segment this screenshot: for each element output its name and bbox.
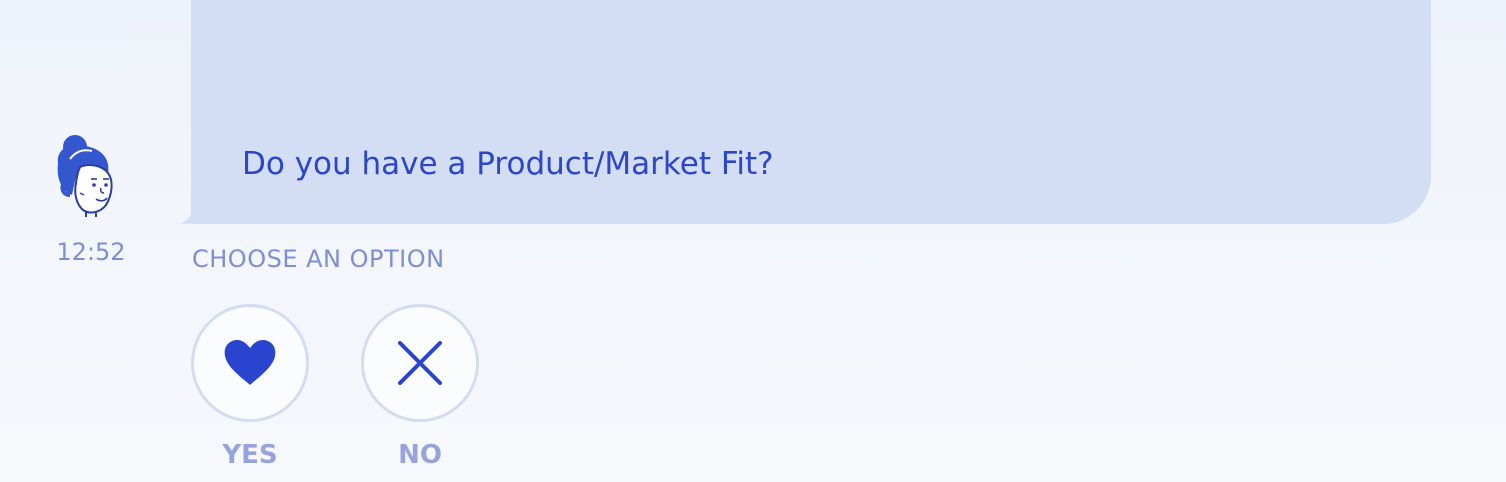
yes-button[interactable] [191, 304, 309, 422]
avatar [50, 133, 130, 219]
no-label[interactable]: NO [361, 440, 479, 470]
heart-icon [224, 340, 276, 385]
message-bubble [191, 0, 1431, 224]
no-button[interactable] [361, 304, 479, 422]
message-timestamp: 12:52 [56, 238, 126, 266]
close-icon [398, 341, 442, 385]
woman-avatar-icon [57, 135, 113, 217]
choose-option-label: CHOOSE AN OPTION [192, 245, 445, 273]
yes-label[interactable]: YES [191, 440, 309, 470]
message-text: Do you have a Product/Market Fit? [242, 146, 774, 182]
